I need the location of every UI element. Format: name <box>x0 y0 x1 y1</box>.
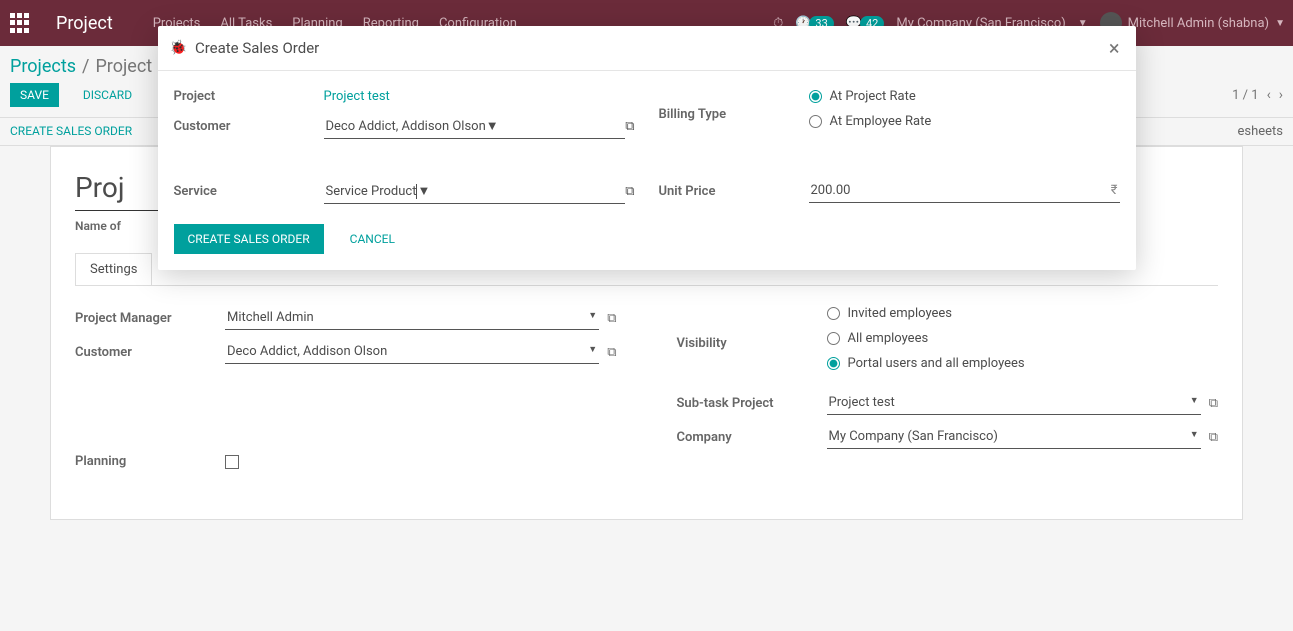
modal-title: Create Sales Order <box>195 39 319 57</box>
modal-project-label: Project <box>174 89 324 104</box>
modal-service-input[interactable]: Service Product▼ <box>324 179 626 204</box>
billing-employee-rate[interactable] <box>809 115 822 128</box>
modal-unit-price-label: Unit Price <box>659 184 809 199</box>
modal-customer-label: Customer <box>174 119 324 134</box>
create-sales-order-modal: 🐞 Create Sales Order × Project Project t… <box>158 26 1136 270</box>
chevron-down-icon: ▼ <box>486 119 499 134</box>
currency-symbol: ₹ <box>1111 183 1118 198</box>
external-link-icon[interactable]: ⧉ <box>625 119 634 134</box>
modal-create-button[interactable]: CREATE SALES ORDER <box>174 224 324 254</box>
bug-icon[interactable]: 🐞 <box>170 40 187 56</box>
modal-billing-label: Billing Type <box>659 107 809 122</box>
modal-service-label: Service <box>174 184 324 199</box>
modal-customer-input[interactable]: Deco Addict, Addison Olson▼ <box>324 114 626 139</box>
modal-cancel-button[interactable]: CANCEL <box>346 224 399 254</box>
modal-project-value[interactable]: Project test <box>324 89 635 104</box>
billing-project-rate[interactable] <box>809 90 822 103</box>
external-link-icon[interactable]: ⧉ <box>625 184 634 199</box>
chevron-down-icon: ▼ <box>417 184 430 199</box>
close-button[interactable]: × <box>1109 36 1120 60</box>
modal-unit-price-input[interactable]: 200.00 ₹ <box>809 179 1120 203</box>
